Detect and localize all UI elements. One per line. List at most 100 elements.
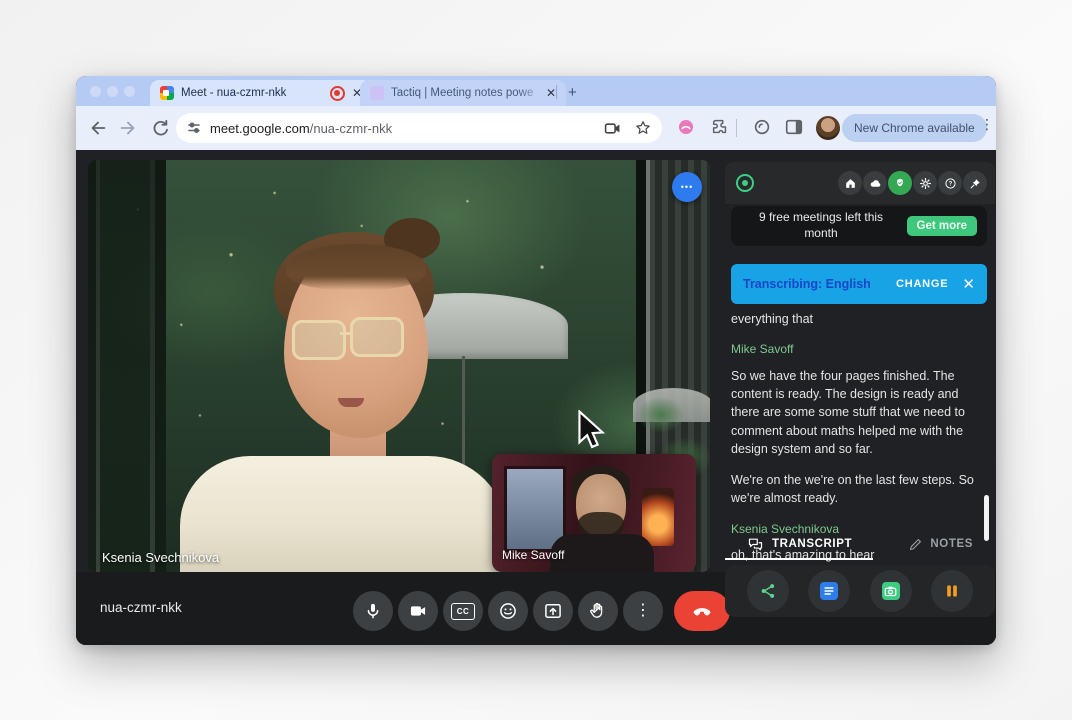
share-button[interactable] xyxy=(747,570,789,612)
screenshot-camera-icon xyxy=(882,582,900,600)
reload-icon[interactable] xyxy=(150,118,170,138)
recording-indicator-icon xyxy=(330,86,345,101)
pip-participant-name: Mike Savoff xyxy=(502,548,564,562)
pin-button[interactable] xyxy=(963,171,987,195)
browser-window: Meet - nua-czmr-nkk ✕ Tactiq | Meeting n… xyxy=(76,76,996,645)
bookmark-star-icon[interactable] xyxy=(634,119,652,137)
participant-glasses xyxy=(292,320,346,360)
url-text: meet.google.com/nua-czmr-nkk xyxy=(210,121,603,136)
transcribing-label: Transcribing: English xyxy=(743,277,871,291)
widget-dots-icon: ••• xyxy=(681,182,693,192)
open-docs-button[interactable] xyxy=(808,570,850,612)
pip-participant-body xyxy=(550,534,654,572)
present-button[interactable] xyxy=(533,591,573,631)
pip-video-tile[interactable]: Mike Savoff xyxy=(492,454,696,572)
home-icon xyxy=(844,177,857,190)
help-button[interactable]: ? xyxy=(938,171,962,195)
microphone-button[interactable] xyxy=(353,591,393,631)
tactiq-floating-widget[interactable]: ••• xyxy=(672,172,702,202)
pencil-icon xyxy=(908,537,923,552)
microphone-icon xyxy=(363,601,383,621)
participant-body xyxy=(180,456,508,572)
free-meetings-text: 9 free meetings left this month xyxy=(741,210,901,241)
present-icon xyxy=(543,601,563,621)
meet-favicon-icon xyxy=(160,86,174,100)
meet-controls: CC ⋮ xyxy=(353,591,730,631)
help-icon: ? xyxy=(944,177,957,190)
meeting-code: nua-czmr-nkk xyxy=(100,600,182,615)
forward-icon[interactable] xyxy=(118,118,138,138)
main-video-tile[interactable]: Mike Savoff ••• Ksenia Svechnikova xyxy=(88,160,710,572)
camera-in-use-icon[interactable] xyxy=(603,119,622,138)
docs-icon xyxy=(820,582,838,600)
tactiq-action-bar xyxy=(725,565,995,617)
side-panel-icon[interactable] xyxy=(784,117,804,137)
tactiq-header-icons: ? xyxy=(838,171,987,195)
window-zoom-button[interactable] xyxy=(124,86,135,97)
svg-text:?: ? xyxy=(948,181,952,187)
privacy-button[interactable] xyxy=(888,171,912,195)
recording-target-icon xyxy=(733,171,757,195)
raise-hand-button[interactable] xyxy=(578,591,618,631)
site-info-icon[interactable] xyxy=(186,120,202,136)
cloud-icon xyxy=(869,177,882,190)
screenshot-button[interactable] xyxy=(870,570,912,612)
camera-icon xyxy=(408,601,428,621)
meet-page: Mike Savoff ••• Ksenia Svechnikova nua-c… xyxy=(76,150,996,645)
scene-left-door xyxy=(88,160,166,572)
back-icon[interactable] xyxy=(88,118,108,138)
window-close-button[interactable] xyxy=(90,86,101,97)
url-bar[interactable]: meet.google.com/nua-czmr-nkk xyxy=(176,113,662,143)
participant-glasses-bridge xyxy=(340,332,352,335)
window-minimize-button[interactable] xyxy=(107,86,118,97)
tactiq-sidebar: ? 9 free meetings left this month Get mo… xyxy=(725,150,995,645)
pin-icon xyxy=(969,177,982,190)
camera-button[interactable] xyxy=(398,591,438,631)
active-tab-underline xyxy=(725,558,873,560)
participant-hairline xyxy=(286,244,426,290)
tab-meet-title: Meet - nua-czmr-nkk xyxy=(181,87,323,99)
more-options-icon: ⋮ xyxy=(635,603,651,619)
browser-menu-icon[interactable]: ⋮ xyxy=(980,116,994,133)
toolbar-separator xyxy=(736,119,737,137)
profile-avatar[interactable] xyxy=(816,116,840,140)
tactiq-header: ? xyxy=(725,162,995,204)
tab-separator xyxy=(556,85,557,99)
tab-tactiq[interactable]: Tactiq | Meeting notes powe ✕ xyxy=(360,80,566,106)
free-meetings-banner: 9 free meetings left this month Get more xyxy=(731,206,987,246)
home-button[interactable] xyxy=(838,171,862,195)
upload-button[interactable] xyxy=(863,171,887,195)
share-icon xyxy=(759,582,777,600)
tactiq-extension-icon[interactable] xyxy=(676,117,696,137)
tab-transcript[interactable]: TRANSCRIPT xyxy=(747,536,852,553)
tab-meet[interactable]: Meet - nua-czmr-nkk ✕ xyxy=(150,80,372,106)
extensions-puzzle-icon[interactable] xyxy=(710,117,730,137)
transcribing-banner: Transcribing: English CHANGE ✕ xyxy=(731,264,987,304)
transcript-speaker: Mike Savoff xyxy=(731,341,975,359)
pause-recording-button[interactable] xyxy=(931,570,973,612)
new-tab-button[interactable]: + xyxy=(568,84,577,101)
settings-button[interactable] xyxy=(913,171,937,195)
mouse-cursor xyxy=(576,410,606,450)
change-language-button[interactable]: CHANGE xyxy=(896,278,948,290)
main-participant-name: Ksenia Svechnikova xyxy=(102,550,219,565)
lens-icon[interactable] xyxy=(752,117,772,137)
end-call-icon xyxy=(691,600,713,622)
captions-icon: CC xyxy=(451,603,475,620)
tab-notes[interactable]: NOTES xyxy=(908,537,973,552)
raise-hand-icon xyxy=(588,601,608,621)
chrome-update-label: New Chrome available xyxy=(854,121,975,135)
more-options-button[interactable]: ⋮ xyxy=(623,591,663,631)
end-call-button[interactable] xyxy=(674,591,730,631)
chrome-update-button[interactable]: New Chrome available xyxy=(842,114,987,142)
tactiq-tabs: TRANSCRIPT NOTES xyxy=(725,528,995,560)
transcript-utterance: So we have the four pages finished. The … xyxy=(731,367,975,458)
reactions-button[interactable] xyxy=(488,591,528,631)
scene-umbrella-pole xyxy=(462,356,465,468)
tab-transcript-label: TRANSCRIPT xyxy=(772,538,852,550)
tab-notes-label: NOTES xyxy=(930,538,973,550)
get-more-button[interactable]: Get more xyxy=(907,216,978,236)
banner-close-icon[interactable]: ✕ xyxy=(962,277,975,292)
captions-button[interactable]: CC xyxy=(443,591,483,631)
tab-close-icon[interactable]: ✕ xyxy=(546,87,556,99)
